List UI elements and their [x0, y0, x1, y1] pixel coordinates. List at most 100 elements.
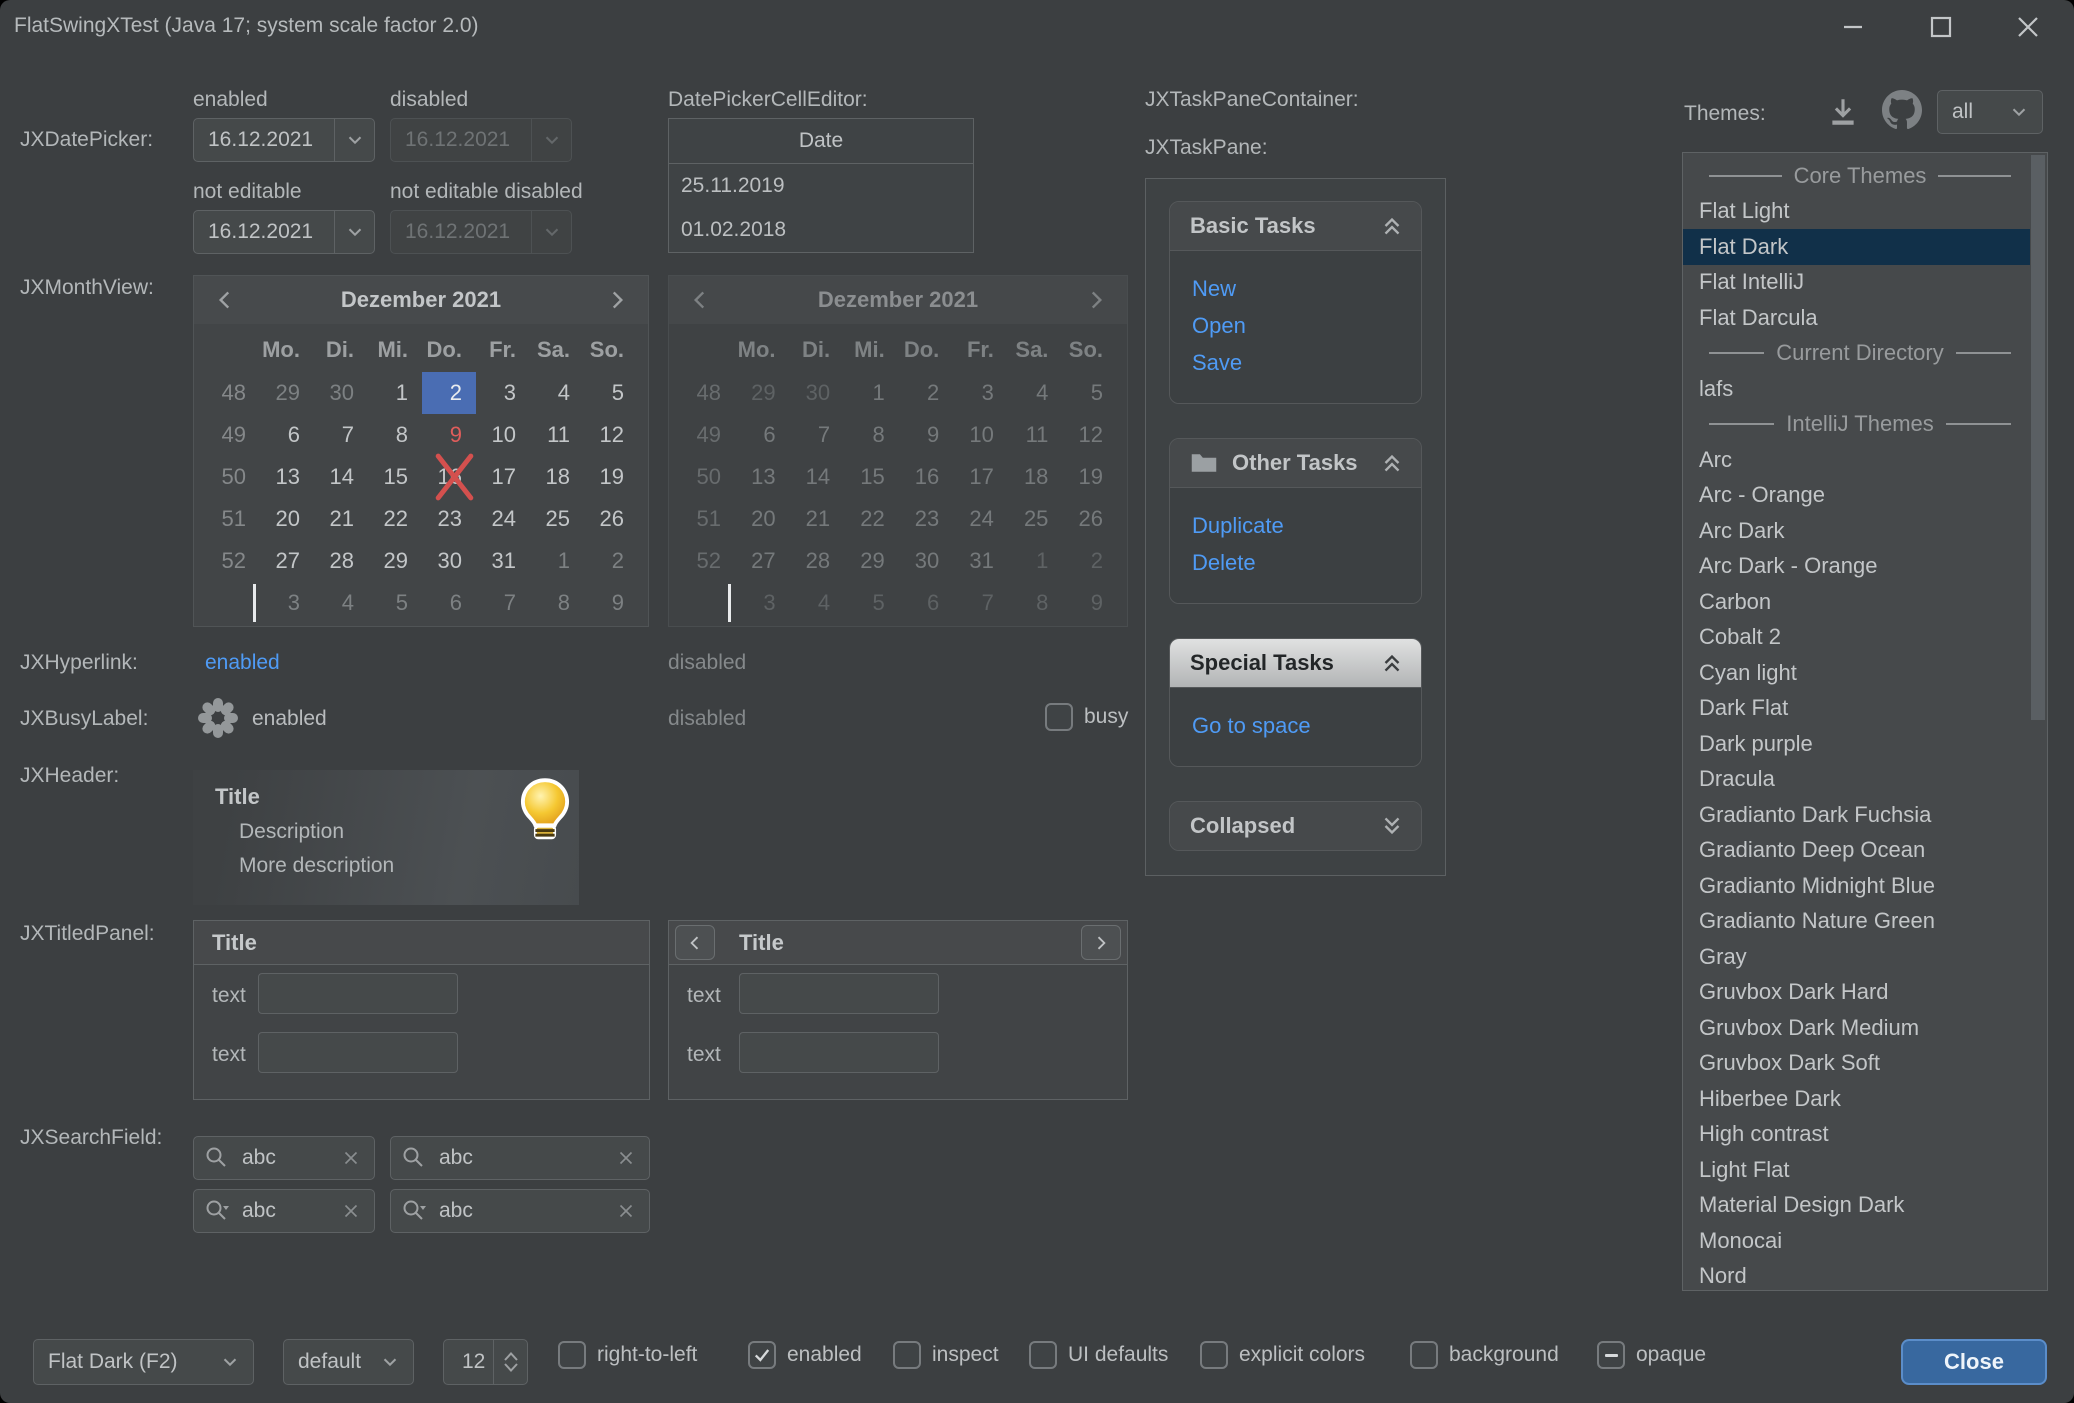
day-cell[interactable]: 23 — [422, 498, 476, 540]
day-cell[interactable]: 12 — [584, 414, 638, 456]
theme-list-item[interactable]: Dark Flat — [1683, 691, 2047, 727]
task-link-delete[interactable]: Delete — [1192, 550, 1421, 576]
previous-month-button[interactable] — [212, 287, 238, 313]
theme-list-item[interactable]: Flat IntelliJ — [1683, 265, 2047, 301]
theme-list-item[interactable]: Flat Darcula — [1683, 300, 2047, 336]
day-cell[interactable]: 15 — [368, 456, 422, 498]
day-cell[interactable]: 5 — [368, 582, 422, 624]
day-cell[interactable]: 29 — [368, 540, 422, 582]
taskpane-header[interactable]: Collapsed — [1170, 802, 1421, 850]
day-cell[interactable]: 17 — [476, 456, 530, 498]
day-cell[interactable]: 20 — [260, 498, 314, 540]
theme-list-item[interactable]: lafs — [1683, 371, 2047, 407]
font-combo[interactable]: default — [283, 1339, 414, 1385]
close-window-button[interactable] — [2000, 6, 2056, 48]
day-cell[interactable]: 4 — [314, 582, 368, 624]
day-cell[interactable]: 3 — [476, 372, 530, 414]
taskpane-header[interactable]: Other Tasks — [1170, 439, 1421, 487]
day-cell[interactable]: 5 — [584, 372, 638, 414]
theme-list-item[interactable]: Gradianto Midnight Blue — [1683, 868, 2047, 904]
right-to-left-checkbox[interactable] — [558, 1341, 586, 1369]
inspect-checkbox[interactable] — [893, 1341, 921, 1369]
text-input[interactable] — [258, 1032, 458, 1073]
task-link-new[interactable]: New — [1192, 276, 1421, 302]
search-value[interactable]: abc — [230, 1146, 340, 1170]
themes-filter-combo[interactable]: all — [1937, 90, 2043, 134]
day-cell[interactable]: 16 — [422, 456, 476, 498]
text-input[interactable] — [739, 1032, 939, 1073]
search-menu-icon[interactable] — [204, 1198, 230, 1224]
day-cell[interactable]: 6 — [422, 582, 476, 624]
theme-list-item[interactable]: Arc Dark — [1683, 513, 2047, 549]
search-icon[interactable] — [401, 1145, 427, 1171]
minimize-button[interactable] — [1825, 6, 1881, 48]
download-themes-button[interactable] — [1826, 95, 1860, 135]
search-input[interactable]: abc — [193, 1136, 375, 1180]
day-cell[interactable]: 8 — [530, 582, 584, 624]
explicit-colors-checkbox[interactable] — [1200, 1341, 1228, 1369]
day-cell[interactable]: 8 — [368, 414, 422, 456]
day-cell[interactable]: 27 — [260, 540, 314, 582]
theme-list-item[interactable]: Gruvbox Dark Soft — [1683, 1046, 2047, 1082]
clear-search-icon[interactable] — [340, 1147, 362, 1169]
theme-list-item[interactable]: Light Flat — [1683, 1152, 2047, 1188]
theme-list-item[interactable]: Arc - Orange — [1683, 478, 2047, 514]
theme-list-item[interactable]: Cobalt 2 — [1683, 620, 2047, 656]
font-size-value[interactable]: 12 — [444, 1340, 493, 1384]
theme-list-item[interactable]: Flat Light — [1683, 194, 2047, 230]
theme-list-item[interactable]: Cyan light — [1683, 655, 2047, 691]
theme-list-item[interactable]: Flat Dark — [1683, 229, 2030, 265]
github-button[interactable] — [1882, 90, 1922, 136]
day-cell[interactable]: 2 — [584, 540, 638, 582]
search-input[interactable]: abc — [390, 1136, 650, 1180]
theme-list-item[interactable]: Arc Dark - Orange — [1683, 549, 2047, 585]
search-value[interactable]: abc — [427, 1146, 615, 1170]
day-cell[interactable]: 24 — [476, 498, 530, 540]
day-cell[interactable]: 29 — [260, 372, 314, 414]
day-cell[interactable]: 2 — [422, 372, 476, 414]
search-input-with-menu[interactable]: abc — [193, 1189, 375, 1233]
day-cell[interactable]: 22 — [368, 498, 422, 540]
theme-list-item[interactable]: Nord — [1683, 1259, 2047, 1292]
titledpanel-left-button[interactable] — [675, 925, 715, 960]
day-cell[interactable]: 13 — [260, 456, 314, 498]
ui-defaults-checkbox[interactable] — [1029, 1341, 1057, 1369]
next-month-button[interactable] — [604, 287, 630, 313]
theme-list-item[interactable]: Gruvbox Dark Hard — [1683, 975, 2047, 1011]
search-value[interactable]: abc — [427, 1199, 615, 1223]
enabled-checkbox[interactable] — [748, 1341, 776, 1369]
day-cell[interactable]: 9 — [584, 582, 638, 624]
background-checkbox[interactable] — [1410, 1341, 1438, 1369]
expand-icon[interactable] — [1379, 813, 1405, 839]
day-cell[interactable]: 18 — [530, 456, 584, 498]
theme-list-item[interactable]: Monocai — [1683, 1223, 2047, 1259]
theme-list-item[interactable]: Dracula — [1683, 762, 2047, 798]
theme-list-item[interactable]: Gradianto Nature Green — [1683, 904, 2047, 940]
text-input[interactable] — [739, 973, 939, 1014]
day-cell[interactable]: 28 — [314, 540, 368, 582]
day-cell[interactable]: 30 — [422, 540, 476, 582]
task-link-duplicate[interactable]: Duplicate — [1192, 513, 1421, 539]
scrollbar-thumb[interactable] — [2031, 155, 2045, 720]
day-cell[interactable]: 31 — [476, 540, 530, 582]
day-cell[interactable]: 30 — [314, 372, 368, 414]
task-link-save[interactable]: Save — [1192, 350, 1421, 376]
theme-list-item[interactable]: Material Design Dark — [1683, 1188, 2047, 1224]
table-row[interactable]: 25.11.2019 — [669, 164, 973, 208]
datepicker-value[interactable]: 16.12.2021 — [194, 119, 334, 161]
day-cell[interactable]: 21 — [314, 498, 368, 540]
day-cell[interactable]: 7 — [476, 582, 530, 624]
laf-combo[interactable]: Flat Dark (F2) — [33, 1339, 254, 1385]
taskpane-header[interactable]: Special Tasks — [1170, 639, 1421, 687]
search-input-with-menu[interactable]: abc — [390, 1189, 650, 1233]
day-cell[interactable]: 3 — [260, 582, 314, 624]
day-cell[interactable]: 1 — [368, 372, 422, 414]
theme-list-item[interactable]: Arc — [1683, 442, 2047, 478]
busy-checkbox[interactable] — [1045, 703, 1073, 731]
theme-list-item[interactable]: High contrast — [1683, 1117, 2047, 1153]
datepicker-dropdown-button[interactable] — [334, 119, 374, 161]
clear-search-icon[interactable] — [615, 1147, 637, 1169]
day-cell[interactable]: 26 — [584, 498, 638, 540]
day-cell[interactable]: 1 — [530, 540, 584, 582]
table-row[interactable]: 01.02.2018 — [669, 208, 973, 252]
